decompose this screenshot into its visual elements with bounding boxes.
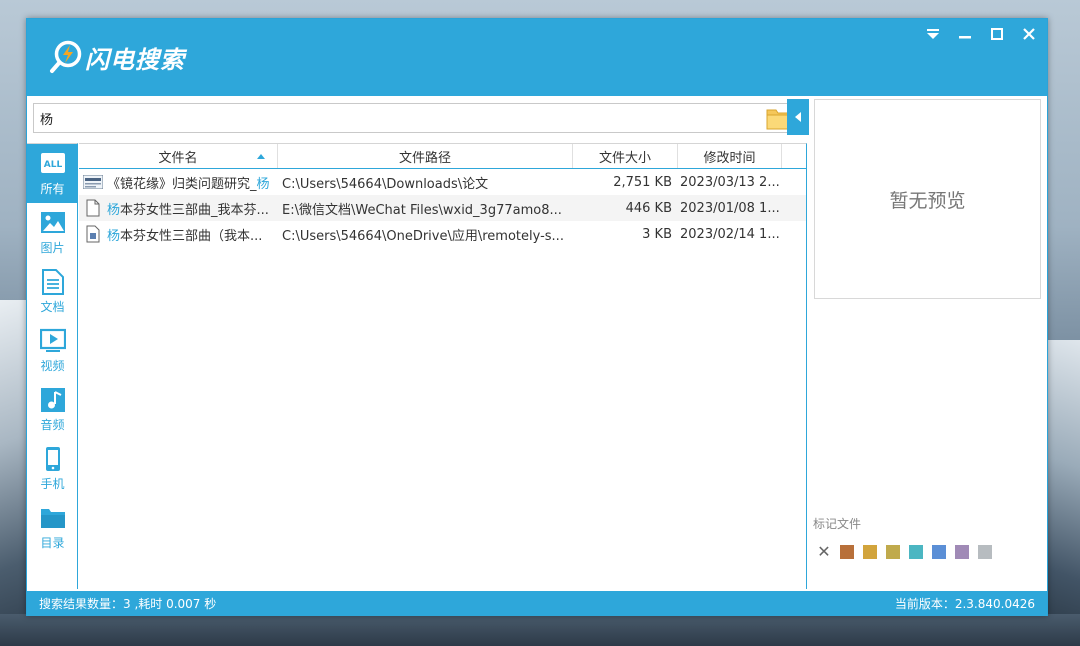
column-header-time[interactable]: 修改时间	[678, 144, 782, 168]
mark-color-swatch[interactable]	[909, 545, 923, 559]
ebook-file-icon	[83, 225, 103, 243]
app-title: 闪电搜索	[85, 45, 185, 74]
search-result-status: 搜索结果数量：3 ,耗时 0.007 秒	[39, 597, 217, 611]
mark-color-swatch[interactable]	[886, 545, 900, 559]
text-file-icon	[83, 199, 103, 217]
clear-mark-icon[interactable]: ✕	[817, 544, 831, 560]
file-time-cell: 2023/03/13 2...	[680, 174, 780, 190]
all-icon: ALL	[40, 152, 65, 173]
document-icon	[41, 268, 64, 295]
column-header-size[interactable]: 文件大小	[573, 144, 678, 168]
mark-color-swatch[interactable]	[863, 545, 877, 559]
category-directory[interactable]: 目录	[27, 498, 78, 557]
table-header: 文件名 文件路径 文件大小 修改时间	[79, 144, 806, 169]
file-name-text: 本芬女性三部曲_我本芬...	[120, 202, 269, 218]
close-icon[interactable]	[1019, 25, 1039, 43]
file-path-cell: E:\微信文档\WeChat Files\wxid_3g77amo8...	[282, 202, 562, 218]
file-name-cell: 杨本芬女性三部曲（我本...	[79, 221, 278, 247]
category-label: 文档	[40, 299, 65, 314]
phone-icon	[45, 446, 60, 471]
file-name-highlight: 杨	[107, 228, 121, 244]
category-phone[interactable]: 手机	[27, 439, 78, 498]
audio-icon	[40, 387, 65, 412]
file-name-text: 《镜花缘》归类问题研究_	[107, 176, 257, 192]
minimize-icon[interactable]	[955, 25, 975, 43]
search-bar	[33, 103, 805, 133]
document-thumbnail-icon	[83, 173, 103, 191]
version-label: 当前版本：2.3.840.0426	[894, 597, 1035, 611]
category-images[interactable]: 图片	[27, 203, 78, 262]
column-header-label: 文件名	[158, 150, 198, 166]
background-mountain-bottom	[0, 614, 1080, 646]
title-bar[interactable]: 闪电搜索	[27, 19, 1047, 96]
mark-color-swatch[interactable]	[955, 545, 969, 559]
file-time-cell: 2023/02/14 1...	[680, 226, 780, 242]
file-list: 文件名 文件路径 文件大小 修改时间 《镜花缘》归类问题研究_杨 C:\User…	[79, 143, 807, 589]
table-row[interactable]: 杨本芬女性三部曲_我本芬... E:\微信文档\WeChat Files\wxi…	[79, 195, 806, 221]
file-name-highlight: 杨	[107, 202, 121, 218]
status-bar: 搜索结果数量：3 ,耗时 0.007 秒 当前版本：2.3.840.0426	[27, 591, 1047, 616]
window-controls	[923, 25, 1039, 43]
sort-ascending-icon	[257, 154, 265, 159]
search-input[interactable]	[40, 105, 766, 131]
file-time-cell: 2023/01/08 1...	[680, 200, 780, 216]
category-all[interactable]: ALL 所有	[27, 144, 78, 203]
preview-placeholder: 暂无预览	[889, 189, 966, 212]
app-logo: 闪电搜索	[49, 39, 185, 75]
image-icon	[40, 211, 65, 233]
directory-icon	[40, 508, 65, 528]
maximize-icon[interactable]	[987, 25, 1007, 43]
category-videos[interactable]: 视频	[27, 321, 78, 380]
category-label: 音频	[40, 417, 65, 432]
category-label: 目录	[40, 535, 65, 550]
category-label: 所有	[40, 181, 65, 196]
video-icon	[39, 328, 66, 352]
preview-pane: 暂无预览	[814, 99, 1041, 299]
mark-color-swatch[interactable]	[978, 545, 992, 559]
category-label: 手机	[40, 476, 65, 491]
mark-color-swatch[interactable]	[840, 545, 854, 559]
dropdown-menu-icon[interactable]	[923, 25, 943, 43]
column-header-name[interactable]: 文件名	[79, 144, 278, 168]
category-label: 视频	[40, 358, 65, 373]
file-name-highlight: 杨	[256, 176, 270, 192]
table-row[interactable]: 《镜花缘》归类问题研究_杨 C:\Users\54664\Downloads\论…	[79, 169, 806, 195]
svg-text:ALL: ALL	[43, 160, 62, 170]
file-size-cell: 2,751 KB	[613, 174, 672, 190]
file-path-cell: C:\Users\54664\Downloads\论文	[282, 176, 489, 192]
app-window: 闪电搜索 杨 ALL 所有 图片 文档 视频 音频 手机 目录 文件名 文件路径…	[26, 18, 1048, 616]
collapse-preview-button[interactable]	[787, 99, 809, 135]
category-audio[interactable]: 音频	[27, 380, 78, 439]
table-row[interactable]: 杨本芬女性三部曲（我本... C:\Users\54664\OneDrive\应…	[79, 221, 806, 247]
lightning-search-icon	[50, 40, 82, 73]
column-header-path[interactable]: 文件路径	[278, 144, 573, 168]
file-path-cell: C:\Users\54664\OneDrive\应用\remotely-s...	[282, 228, 564, 244]
category-documents[interactable]: 文档	[27, 262, 78, 321]
column-header-label: 修改时间	[703, 150, 756, 166]
column-header-label: 文件路径	[398, 150, 451, 166]
file-size-cell: 3 KB	[642, 226, 672, 242]
category-sidebar: ALL 所有 图片 文档 视频 音频 手机 目录	[27, 143, 78, 589]
category-label: 图片	[40, 240, 65, 255]
mark-color-row: ✕	[817, 544, 992, 560]
mark-color-swatch[interactable]	[932, 545, 946, 559]
file-name-cell: 杨本芬女性三部曲_我本芬...	[79, 195, 278, 221]
file-size-cell: 446 KB	[625, 200, 672, 216]
file-name-cell: 《镜花缘》归类问题研究_杨	[79, 169, 278, 195]
file-name-text: 本芬女性三部曲（我本...	[120, 228, 263, 244]
mark-files-label: 标记文件	[813, 517, 862, 531]
column-header-label: 文件大小	[598, 150, 651, 166]
